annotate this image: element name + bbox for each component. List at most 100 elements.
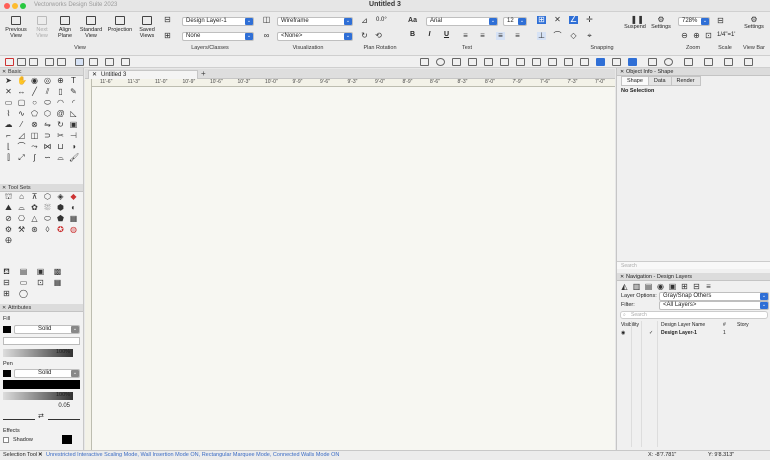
snap-angle-icon[interactable]: ∠ (569, 16, 578, 24)
drawing-canvas[interactable] (92, 87, 615, 450)
pen-swatch[interactable] (3, 370, 11, 377)
zoom-out-icon[interactable]: ⊖ (680, 32, 689, 40)
line-tool-icon[interactable]: ╱ (30, 88, 39, 96)
cloud-tool-icon[interactable]: ☁ (4, 121, 13, 129)
filter-select[interactable]: <All Layers> ⌄ (659, 301, 769, 310)
roof-icon[interactable]: ⌂ (17, 193, 26, 201)
fill-swatch[interactable] (3, 326, 11, 333)
table-row[interactable]: ◉ ✓ Design Layer-1 1 (617, 329, 770, 337)
tab-shape[interactable]: Shape (621, 76, 649, 86)
chamfer-tool-icon[interactable]: ◿ (17, 132, 26, 140)
marquee-mode-icon[interactable] (45, 58, 54, 66)
locus-tool-icon[interactable]: ✕ (4, 88, 13, 96)
visualization-tool-icon[interactable]: ⬭ (43, 215, 52, 223)
rotate-plan-icon[interactable]: ⟲ (374, 32, 383, 40)
view-bar-settings-button[interactable]: ⚙ Settings (740, 16, 768, 31)
workspace-d-icon[interactable]: ▩ (53, 268, 62, 276)
pen-color-bar[interactable] (3, 380, 80, 389)
fillet-tool-icon[interactable]: ⌐ (4, 132, 13, 140)
align-plane-button[interactable]: Align Plane (55, 16, 75, 39)
camera-icon[interactable] (468, 58, 477, 66)
curve-tool-icon[interactable]: ∫ (30, 154, 39, 162)
stack-icon[interactable] (648, 58, 657, 66)
tape-tool-icon[interactable]: ⊔ (56, 143, 65, 151)
previous-view-button[interactable]: Previous View (3, 16, 29, 39)
plan-rotation-field[interactable]: 0.0° (373, 17, 399, 26)
machine-icon[interactable]: ⚒ (17, 226, 26, 234)
3d-modeling-icon[interactable]: ⬡ (43, 193, 52, 201)
rect-marquee-icon[interactable] (75, 58, 84, 66)
polyline-tool-icon[interactable]: ⌇ (4, 110, 13, 118)
walkthrough-icon[interactable] (484, 58, 493, 66)
font-select[interactable]: Arial ⌄ (426, 17, 498, 26)
connect-tool-icon[interactable]: ⌊ (4, 143, 13, 151)
design-layer-select[interactable]: Design Layer-1 ⌄ (182, 17, 254, 26)
zoom-fit-icon[interactable]: ⊡ (704, 32, 713, 40)
quarter-arc-tool-icon[interactable]: ◜ (69, 99, 78, 107)
render-mode-select[interactable]: Wireframe ⌄ (277, 17, 353, 26)
flyover-tool-icon[interactable]: ◉ (30, 77, 39, 85)
font-size-select[interactable]: 12 ⌄ (503, 17, 527, 26)
italic-button[interactable]: I (425, 31, 434, 38)
spotlight-icon[interactable]: ⬟ (56, 215, 65, 223)
clip-cube-icon[interactable] (580, 58, 589, 66)
rotate-icon[interactable]: ↻ (360, 32, 369, 40)
spiral-tool-icon[interactable]: @ (56, 110, 65, 118)
offset-tool-icon[interactable]: ⊃ (43, 132, 52, 140)
column-visibility[interactable]: Visibility (621, 321, 639, 329)
workspace-f-icon[interactable]: ▭ (19, 279, 28, 287)
align-right-icon[interactable]: ≡ (496, 32, 505, 40)
visibility-eye-icon[interactable]: ◉ (621, 329, 625, 337)
scale-value[interactable]: 1/4"=1' (714, 32, 738, 41)
mirror-tool-icon[interactable]: ⇋ (43, 121, 52, 129)
close-icon[interactable]: ✕ (2, 304, 6, 312)
pen-style-select[interactable]: Solid ⌄ (14, 369, 80, 378)
building-shell-icon[interactable]: ⛫ (4, 193, 13, 201)
lighting-icon[interactable] (452, 58, 461, 66)
close-icon[interactable]: ✕ (620, 68, 624, 76)
close-icon[interactable]: ✕ (2, 68, 6, 76)
arrowhead-start[interactable] (3, 414, 35, 420)
globe-icon[interactable] (664, 58, 673, 66)
wall-tool-icon[interactable]: ▯ (56, 88, 65, 96)
render-sphere-icon[interactable] (436, 58, 445, 66)
projection-button[interactable]: Projection (106, 16, 134, 33)
suspend-button[interactable]: ❚❚ Suspend (621, 16, 649, 31)
align-center-icon[interactable]: ≡ (478, 32, 487, 40)
tab-data[interactable]: Data (647, 76, 672, 86)
space-icon[interactable]: ◊ (43, 226, 52, 234)
references-icon[interactable]: ⊞ (680, 283, 689, 291)
oval-tool-icon[interactable]: ⬭ (43, 99, 52, 107)
text-tool-icon[interactable]: T (69, 77, 78, 85)
irrigation-icon[interactable]: ⛆ (43, 204, 52, 212)
trim-tool-icon[interactable]: ⊣ (69, 132, 78, 140)
eyedropper-tool-icon[interactable]: ⁄ (17, 121, 26, 129)
add-tab-icon[interactable]: + (201, 69, 206, 78)
column-number[interactable]: # (723, 321, 726, 329)
pan-view-icon[interactable] (564, 58, 573, 66)
zoom-tool-icon[interactable]: ⊕ (56, 77, 65, 85)
reshape-tool-icon[interactable]: ▣ (69, 121, 78, 129)
shadow-color-swatch[interactable] (62, 435, 72, 444)
symbols-icon[interactable]: ⊟ (692, 283, 701, 291)
arc-tool-icon[interactable]: ◠ (56, 99, 65, 107)
justify-icon[interactable]: ≡ (513, 32, 522, 40)
regular-polygon-tool-icon[interactable]: ⬡ (43, 110, 52, 118)
eye-tool-icon[interactable]: ◎ (43, 77, 52, 85)
flyover-icon[interactable] (500, 58, 509, 66)
class-select[interactable]: None ⌄ (182, 32, 254, 41)
rectangle-tool-icon[interactable]: ▭ (4, 99, 13, 107)
hardscape-icon[interactable]: ⬢ (56, 204, 65, 212)
lasso-mode-icon[interactable] (57, 58, 66, 66)
workspace-e-icon[interactable]: ⊟ (2, 279, 11, 287)
dimension-tool-icon[interactable]: ↔ (17, 88, 26, 96)
views-icon[interactable]: ◉ (656, 283, 665, 291)
loft-tool-icon[interactable]: ⌓ (56, 154, 65, 162)
pen-color-icon[interactable] (704, 58, 713, 66)
attribute-mapping-tool-icon[interactable]: ⊗ (30, 121, 39, 129)
snap-loupe-icon[interactable] (628, 58, 637, 66)
snap-object-icon[interactable]: ✕ (553, 16, 562, 24)
scaling-mode-icon[interactable] (105, 58, 114, 66)
annotation-icon[interactable]: ⎔ (17, 215, 26, 223)
active-mode-icon[interactable] (596, 58, 605, 66)
